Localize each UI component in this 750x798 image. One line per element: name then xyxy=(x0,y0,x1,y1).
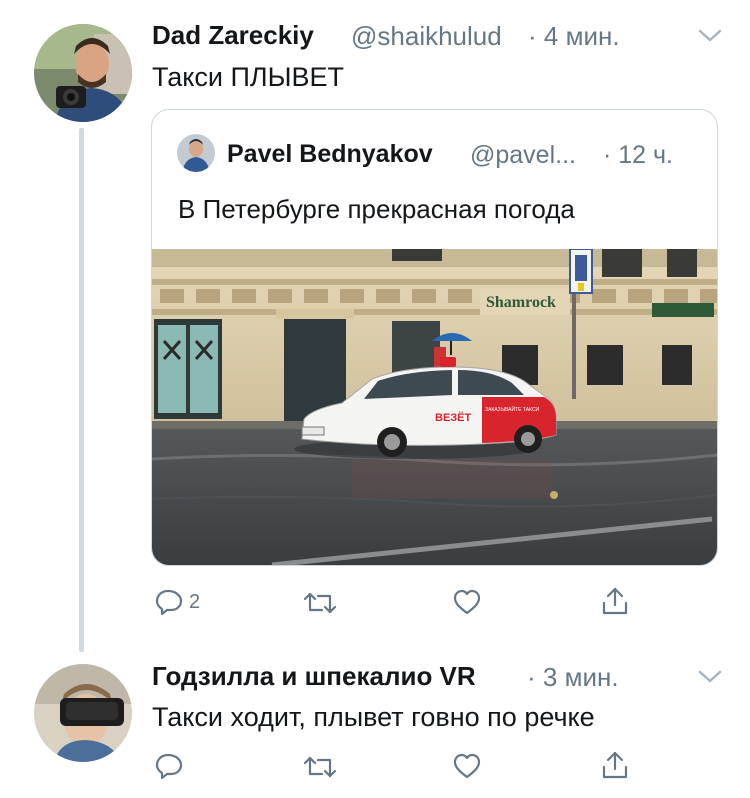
vr-headset-avatar-icon xyxy=(34,664,132,762)
reply-button[interactable]: 2 xyxy=(154,588,200,616)
reply-count: 2 xyxy=(189,590,201,613)
reply-icon xyxy=(155,753,183,780)
heart-icon xyxy=(453,589,481,615)
taxi-door-text: ЗАКАЗЫВАЙТЕ ТАКСИ xyxy=(485,405,540,413)
reply-icon xyxy=(155,589,183,616)
quoted-author-handle: @pavel... xyxy=(470,141,576,169)
thread-connector-line xyxy=(79,128,84,652)
avatar-dad-zareckiy[interactable] xyxy=(34,24,132,122)
quoted-author-avatar xyxy=(177,134,215,172)
retweet-button[interactable] xyxy=(302,590,338,616)
chevron-down-icon[interactable] xyxy=(697,669,723,685)
tweet-text: Такси ходит, плывет говно по речке xyxy=(152,702,595,732)
author-name[interactable]: Годзилла и шпекалио VR xyxy=(152,661,476,692)
like-button[interactable] xyxy=(452,588,482,616)
quoted-timestamp: · 12 ч. xyxy=(603,141,673,169)
reply-button[interactable] xyxy=(154,752,184,780)
retweet-button[interactable] xyxy=(302,754,338,780)
tweet-text: Такси ПЛЫВЕТ xyxy=(152,62,345,92)
author-handle[interactable]: @shaikhulud xyxy=(351,21,502,52)
share-upload-icon xyxy=(602,587,628,615)
heart-icon xyxy=(453,753,481,779)
quoted-tweet-card[interactable]: Pavel Bednyakov @pavel... · 12 ч. В Пете… xyxy=(151,109,718,566)
share-button[interactable] xyxy=(600,749,630,781)
flooded-street-taxi-image: Shamrock ВЕЗЁТ ЗАКАЗЫВАЙТЕ ТАКСИ xyxy=(152,248,717,565)
retweet-icon xyxy=(303,756,337,778)
author-name[interactable]: Dad Zareckiy xyxy=(152,20,314,51)
chevron-down-icon[interactable] xyxy=(697,28,723,44)
taxi-logo: ВЕЗЁТ xyxy=(435,411,472,424)
retweet-icon xyxy=(303,592,337,614)
quoted-tweet-text: В Петербурге прекрасная погода xyxy=(178,194,575,224)
tweet-timestamp[interactable]: · 3 мин. xyxy=(527,662,619,693)
share-button[interactable] xyxy=(600,585,630,617)
quoted-tweet-photo[interactable]: Shamrock ВЕЗЁТ ЗАКАЗЫВАЙТЕ ТАКСИ xyxy=(152,248,717,565)
man-with-camera-avatar-icon xyxy=(34,24,132,122)
quoted-author-name: Pavel Bednyakov xyxy=(227,140,433,168)
like-button[interactable] xyxy=(452,752,482,780)
tweet-timestamp[interactable]: · 4 мин. xyxy=(528,21,620,52)
shamrock-sign: Shamrock xyxy=(486,294,556,311)
share-upload-icon xyxy=(602,751,628,779)
avatar-godzilla-vr[interactable] xyxy=(34,664,132,762)
man-portrait-avatar-icon xyxy=(177,134,215,172)
